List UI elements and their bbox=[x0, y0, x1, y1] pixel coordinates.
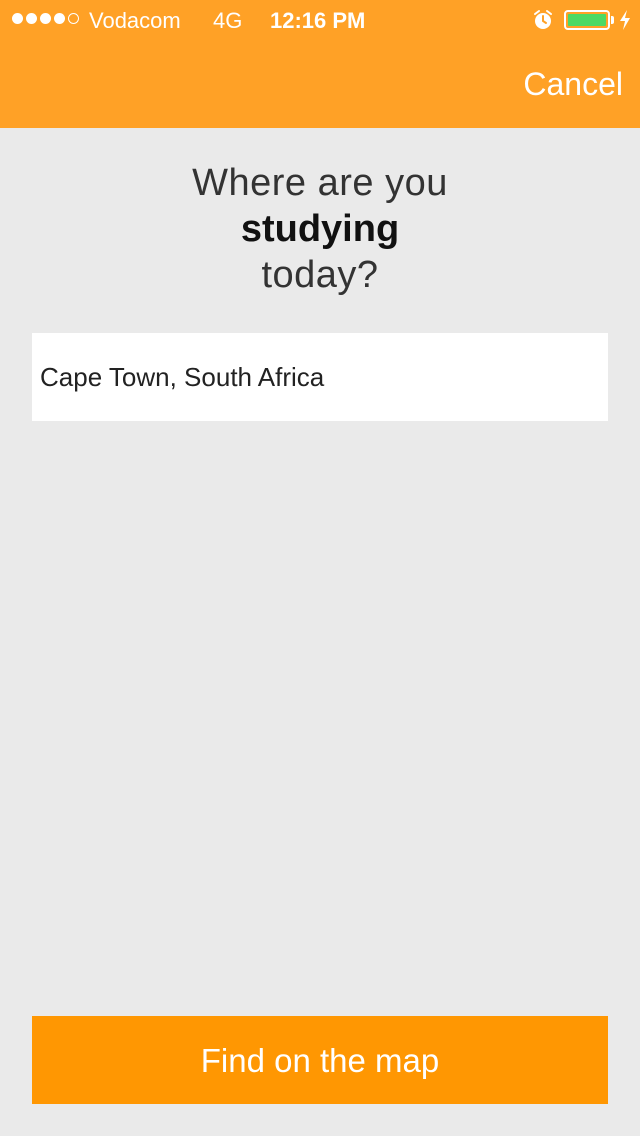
signal-dot bbox=[40, 13, 51, 24]
status-bar: Vodacom 4G 12:16 PM bbox=[0, 0, 640, 40]
signal-strength-icon bbox=[12, 13, 79, 27]
alarm-clock-icon bbox=[534, 10, 552, 29]
prompt-heading: Where are you studying today? bbox=[0, 160, 640, 298]
carrier-name: Vodacom bbox=[89, 8, 181, 33]
signal-dot bbox=[12, 13, 23, 24]
prompt-line-2: studying bbox=[240, 208, 400, 250]
signal-dot bbox=[54, 13, 65, 24]
find-on-map-button[interactable]: Find on the map bbox=[32, 1016, 608, 1104]
prompt-line-3: today? bbox=[261, 254, 379, 296]
status-time: 12:16 PM bbox=[270, 8, 366, 33]
battery-icon bbox=[564, 10, 610, 30]
lightning-bolt-icon bbox=[620, 10, 630, 30]
signal-dot bbox=[26, 13, 37, 24]
prompt-line-1: Where are you bbox=[192, 162, 448, 204]
battery-level bbox=[568, 14, 606, 26]
network-type: 4G bbox=[213, 8, 243, 33]
signal-dot-empty bbox=[68, 13, 79, 24]
location-input[interactable] bbox=[32, 333, 608, 421]
cancel-button[interactable]: Cancel bbox=[523, 64, 623, 104]
battery-tip bbox=[611, 16, 614, 24]
top-bar: Vodacom 4G 12:16 PM Cancel bbox=[0, 0, 640, 128]
